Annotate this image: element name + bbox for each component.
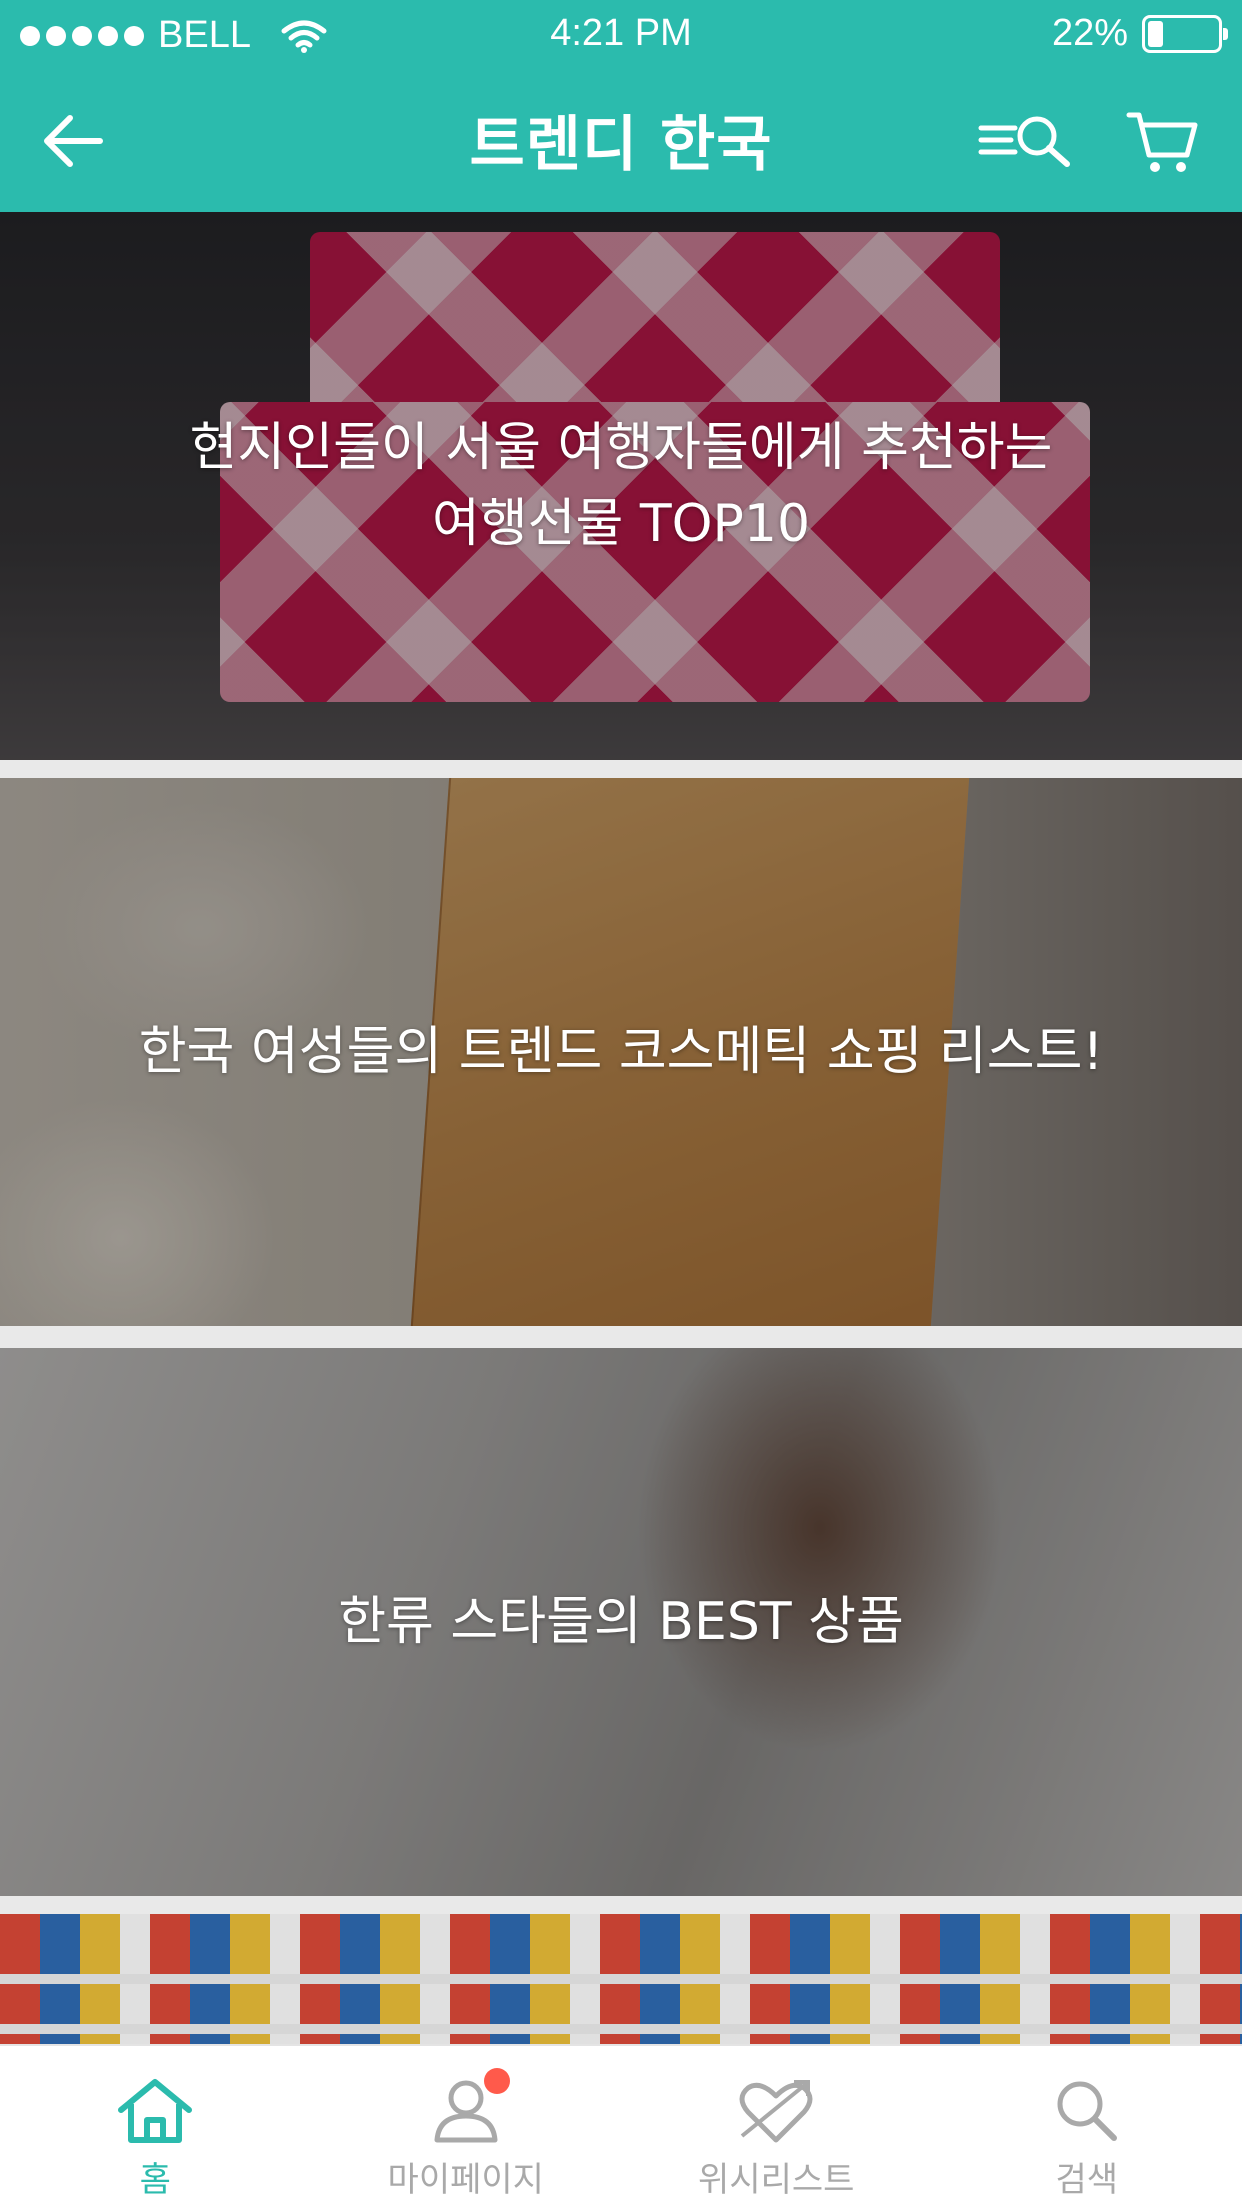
battery-icon — [1142, 14, 1228, 53]
tab-label: 검색 — [1055, 2160, 1119, 2200]
home-icon — [118, 2079, 193, 2143]
heart-arrow-icon — [739, 2080, 813, 2143]
tab-mypage[interactable]: 마이페이지 — [311, 2046, 622, 2208]
tab-bar: 홈 마이페이지 위시리스트 검색 — [0, 2044, 1242, 2208]
battery-level — [1148, 20, 1163, 47]
tab-label: 홈 — [139, 2160, 171, 2200]
banner-hallyu-best[interactable]: 한류 스타들의 BEST 상품 — [0, 1348, 1242, 1896]
cart-button[interactable] — [1118, 96, 1208, 186]
tab-label: 위시리스트 — [698, 2160, 855, 2200]
status-bar: BELL 4:21 PM 22% — [0, 0, 1242, 70]
tab-home[interactable]: 홈 — [0, 2046, 311, 2208]
search-icon — [1057, 2081, 1117, 2141]
banner-title: 한국 여성들의 트렌드 코스메틱 쇼핑 리스트! — [138, 1022, 1104, 1082]
tab-wishlist[interactable]: 위시리스트 — [621, 2046, 932, 2208]
tab-search[interactable]: 검색 — [932, 2046, 1242, 2208]
banner-title: 한류 스타들의 BEST 상품 — [338, 1592, 904, 1652]
battery-percent: 22% — [1051, 12, 1128, 54]
search-filter-button[interactable] — [972, 96, 1082, 186]
cart-icon — [1126, 112, 1198, 172]
nav-bar: 트렌디 한국 — [0, 70, 1242, 212]
status-right: 22% — [1051, 12, 1228, 55]
banner-store-shelves[interactable] — [0, 1914, 1242, 2044]
search-filter-icon — [978, 116, 1070, 167]
tab-label: 마이페이지 — [387, 2160, 544, 2200]
banner-travel-gifts[interactable]: 현지인들이 서울 여행자들에게 추천하는 여행선물 TOP10 — [0, 212, 1242, 760]
notification-badge — [483, 2068, 510, 2094]
banner-cosmetic-shopping[interactable]: 한국 여성들의 트렌드 코스메틱 쇼핑 리스트! — [0, 778, 1242, 1326]
banner-title: 현지인들이 서울 여행자들에게 추천하는 여행선물 TOP10 — [189, 418, 1053, 554]
